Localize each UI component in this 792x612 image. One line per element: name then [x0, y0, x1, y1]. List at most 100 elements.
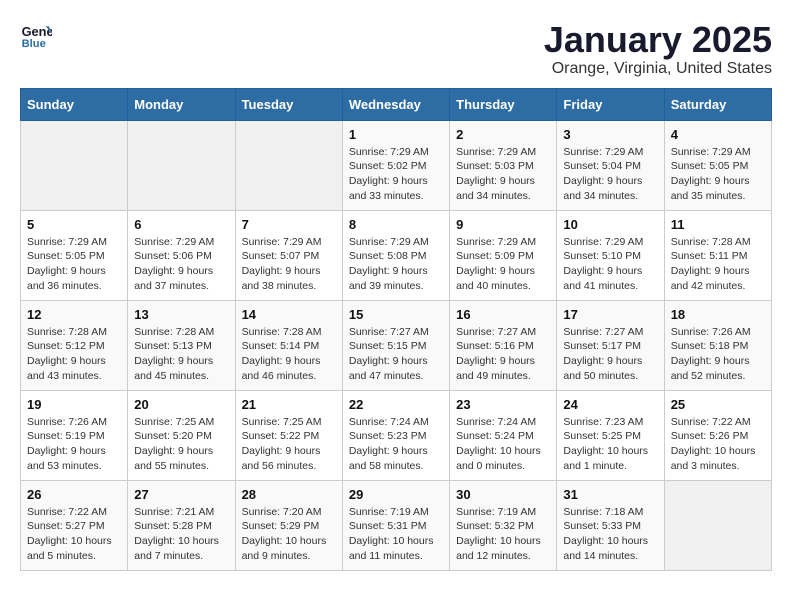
day-number: 21: [242, 397, 336, 412]
svg-text:General: General: [22, 24, 52, 39]
day-number: 28: [242, 487, 336, 502]
calendar-cell: [664, 480, 771, 570]
day-info: Sunrise: 7:21 AM Sunset: 5:28 PM Dayligh…: [134, 505, 228, 564]
calendar-cell: 8 Sunrise: 7:29 AM Sunset: 5:08 PM Daylig…: [342, 210, 449, 300]
day-info: Sunrise: 7:29 AM Sunset: 5:06 PM Dayligh…: [134, 235, 228, 294]
day-number: 31: [563, 487, 657, 502]
calendar-cell: 6 Sunrise: 7:29 AM Sunset: 5:06 PM Daylig…: [128, 210, 235, 300]
day-info: Sunrise: 7:18 AM Sunset: 5:33 PM Dayligh…: [563, 505, 657, 564]
day-info: Sunrise: 7:24 AM Sunset: 5:24 PM Dayligh…: [456, 415, 550, 474]
day-number: 8: [349, 217, 443, 232]
day-header-friday: Friday: [557, 88, 664, 120]
calendar-cell: 31 Sunrise: 7:18 AM Sunset: 5:33 PM Dayli…: [557, 480, 664, 570]
calendar-cell: 4 Sunrise: 7:29 AM Sunset: 5:05 PM Daylig…: [664, 120, 771, 210]
calendar-cell: 2 Sunrise: 7:29 AM Sunset: 5:03 PM Daylig…: [450, 120, 557, 210]
calendar-cell: 13 Sunrise: 7:28 AM Sunset: 5:13 PM Dayli…: [128, 300, 235, 390]
calendar-cell: 22 Sunrise: 7:24 AM Sunset: 5:23 PM Dayli…: [342, 390, 449, 480]
day-info: Sunrise: 7:26 AM Sunset: 5:19 PM Dayligh…: [27, 415, 121, 474]
page-header: General Blue January 2025 Orange, Virgin…: [20, 20, 772, 78]
day-number: 24: [563, 397, 657, 412]
day-number: 16: [456, 307, 550, 322]
calendar-cell: 11 Sunrise: 7:28 AM Sunset: 5:11 PM Dayli…: [664, 210, 771, 300]
calendar-cell: 12 Sunrise: 7:28 AM Sunset: 5:12 PM Dayli…: [21, 300, 128, 390]
calendar-cell: 30 Sunrise: 7:19 AM Sunset: 5:32 PM Dayli…: [450, 480, 557, 570]
day-number: 20: [134, 397, 228, 412]
day-number: 15: [349, 307, 443, 322]
calendar-cell: 18 Sunrise: 7:26 AM Sunset: 5:18 PM Dayli…: [664, 300, 771, 390]
week-row-1: 1 Sunrise: 7:29 AM Sunset: 5:02 PM Daylig…: [21, 120, 772, 210]
day-info: Sunrise: 7:24 AM Sunset: 5:23 PM Dayligh…: [349, 415, 443, 474]
day-header-thursday: Thursday: [450, 88, 557, 120]
calendar-cell: 5 Sunrise: 7:29 AM Sunset: 5:05 PM Daylig…: [21, 210, 128, 300]
day-number: 29: [349, 487, 443, 502]
day-info: Sunrise: 7:29 AM Sunset: 5:05 PM Dayligh…: [671, 145, 765, 204]
calendar-subtitle: Orange, Virginia, United States: [544, 60, 772, 78]
calendar-table: SundayMondayTuesdayWednesdayThursdayFrid…: [20, 88, 772, 571]
calendar-cell: 29Sunrise: 7:19 AM Sunset: 5:31 PM Dayli…: [342, 480, 449, 570]
day-info: Sunrise: 7:29 AM Sunset: 5:03 PM Dayligh…: [456, 145, 550, 204]
day-number: 5: [27, 217, 121, 232]
calendar-cell: 23 Sunrise: 7:24 AM Sunset: 5:24 PM Dayli…: [450, 390, 557, 480]
day-header-sunday: Sunday: [21, 88, 128, 120]
day-number: 23: [456, 397, 550, 412]
day-info: Sunrise: 7:29 AM Sunset: 5:02 PM Dayligh…: [349, 145, 443, 204]
day-info: Sunrise: 7:28 AM Sunset: 5:13 PM Dayligh…: [134, 325, 228, 384]
calendar-cell: 26Sunrise: 7:22 AM Sunset: 5:27 PM Dayli…: [21, 480, 128, 570]
day-number: 27: [134, 487, 228, 502]
week-row-2: 5 Sunrise: 7:29 AM Sunset: 5:05 PM Daylig…: [21, 210, 772, 300]
calendar-cell: [128, 120, 235, 210]
day-info: Sunrise: 7:28 AM Sunset: 5:12 PM Dayligh…: [27, 325, 121, 384]
day-info: Sunrise: 7:29 AM Sunset: 5:08 PM Dayligh…: [349, 235, 443, 294]
calendar-cell: 9Sunrise: 7:29 AM Sunset: 5:09 PM Daylig…: [450, 210, 557, 300]
day-info: Sunrise: 7:26 AM Sunset: 5:18 PM Dayligh…: [671, 325, 765, 384]
day-number: 30: [456, 487, 550, 502]
day-number: 25: [671, 397, 765, 412]
calendar-cell: 20Sunrise: 7:25 AM Sunset: 5:20 PM Dayli…: [128, 390, 235, 480]
calendar-cell: 17Sunrise: 7:27 AM Sunset: 5:17 PM Dayli…: [557, 300, 664, 390]
day-number: 6: [134, 217, 228, 232]
day-info: Sunrise: 7:28 AM Sunset: 5:14 PM Dayligh…: [242, 325, 336, 384]
day-number: 1: [349, 127, 443, 142]
day-number: 7: [242, 217, 336, 232]
day-number: 3: [563, 127, 657, 142]
calendar-cell: 19Sunrise: 7:26 AM Sunset: 5:19 PM Dayli…: [21, 390, 128, 480]
day-info: Sunrise: 7:23 AM Sunset: 5:25 PM Dayligh…: [563, 415, 657, 474]
day-number: 18: [671, 307, 765, 322]
day-header-monday: Monday: [128, 88, 235, 120]
calendar-cell: 3 Sunrise: 7:29 AM Sunset: 5:04 PM Daylig…: [557, 120, 664, 210]
calendar-cell: [21, 120, 128, 210]
title-area: January 2025 Orange, Virginia, United St…: [544, 20, 772, 78]
svg-text:Blue: Blue: [22, 38, 46, 50]
calendar-cell: 7 Sunrise: 7:29 AM Sunset: 5:07 PM Daylig…: [235, 210, 342, 300]
calendar-cell: 16 Sunrise: 7:27 AM Sunset: 5:16 PM Dayli…: [450, 300, 557, 390]
day-info: Sunrise: 7:27 AM Sunset: 5:16 PM Dayligh…: [456, 325, 550, 384]
day-info: Sunrise: 7:29 AM Sunset: 5:05 PM Dayligh…: [27, 235, 121, 294]
calendar-cell: 15 Sunrise: 7:27 AM Sunset: 5:15 PM Dayli…: [342, 300, 449, 390]
week-row-3: 12 Sunrise: 7:28 AM Sunset: 5:12 PM Dayli…: [21, 300, 772, 390]
day-info: Sunrise: 7:29 AM Sunset: 5:07 PM Dayligh…: [242, 235, 336, 294]
day-number: 22: [349, 397, 443, 412]
day-number: 17: [563, 307, 657, 322]
week-row-5: 26Sunrise: 7:22 AM Sunset: 5:27 PM Dayli…: [21, 480, 772, 570]
calendar-cell: 10Sunrise: 7:29 AM Sunset: 5:10 PM Dayli…: [557, 210, 664, 300]
day-header-saturday: Saturday: [664, 88, 771, 120]
day-info: Sunrise: 7:27 AM Sunset: 5:15 PM Dayligh…: [349, 325, 443, 384]
calendar-cell: 1 Sunrise: 7:29 AM Sunset: 5:02 PM Daylig…: [342, 120, 449, 210]
day-number: 11: [671, 217, 765, 232]
day-number: 4: [671, 127, 765, 142]
day-number: 12: [27, 307, 121, 322]
day-info: Sunrise: 7:20 AM Sunset: 5:29 PM Dayligh…: [242, 505, 336, 564]
day-number: 9: [456, 217, 550, 232]
calendar-cell: 27 Sunrise: 7:21 AM Sunset: 5:28 PM Dayli…: [128, 480, 235, 570]
calendar-cell: 24 Sunrise: 7:23 AM Sunset: 5:25 PM Dayli…: [557, 390, 664, 480]
calendar-cell: [235, 120, 342, 210]
calendar-cell: 14Sunrise: 7:28 AM Sunset: 5:14 PM Dayli…: [235, 300, 342, 390]
calendar-cell: 28 Sunrise: 7:20 AM Sunset: 5:29 PM Dayli…: [235, 480, 342, 570]
day-number: 26: [27, 487, 121, 502]
day-header-wednesday: Wednesday: [342, 88, 449, 120]
day-info: Sunrise: 7:19 AM Sunset: 5:32 PM Dayligh…: [456, 505, 550, 564]
day-info: Sunrise: 7:29 AM Sunset: 5:04 PM Dayligh…: [563, 145, 657, 204]
day-number: 13: [134, 307, 228, 322]
day-info: Sunrise: 7:28 AM Sunset: 5:11 PM Dayligh…: [671, 235, 765, 294]
day-number: 2: [456, 127, 550, 142]
